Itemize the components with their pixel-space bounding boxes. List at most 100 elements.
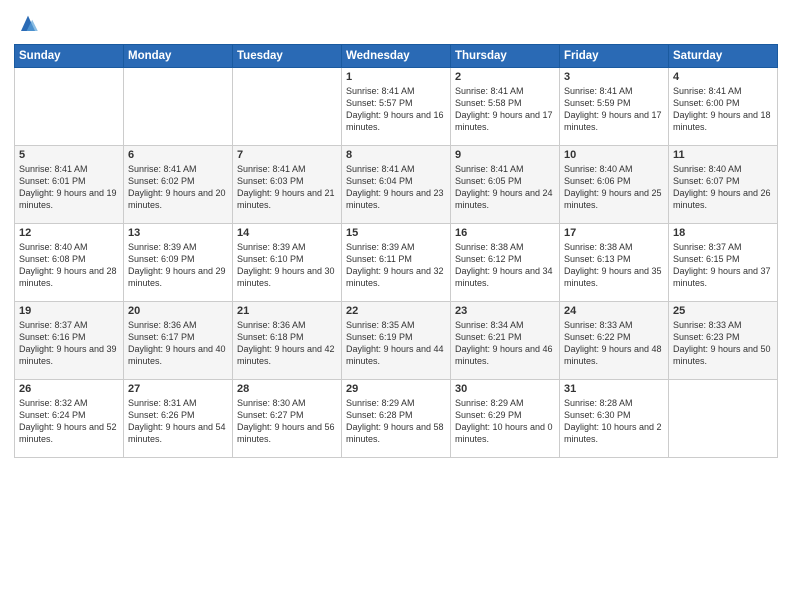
cell-sun-info: Sunrise: 8:31 AM Sunset: 6:26 PM Dayligh…: [128, 397, 228, 446]
calendar-cell: 3 Sunrise: 8:41 AM Sunset: 5:59 PM Daylig…: [560, 68, 669, 146]
day-header-tuesday: Tuesday: [233, 45, 342, 68]
cell-sun-info: Sunrise: 8:41 AM Sunset: 6:01 PM Dayligh…: [19, 163, 119, 212]
cell-sun-info: Sunrise: 8:40 AM Sunset: 6:07 PM Dayligh…: [673, 163, 773, 212]
day-number: 27: [128, 383, 228, 395]
day-number: 24: [564, 305, 664, 317]
day-number: 9: [455, 149, 555, 161]
cell-sun-info: Sunrise: 8:37 AM Sunset: 6:15 PM Dayligh…: [673, 241, 773, 290]
calendar-cell: 25 Sunrise: 8:33 AM Sunset: 6:23 PM Dayli…: [669, 302, 778, 380]
day-number: 16: [455, 227, 555, 239]
header: [14, 10, 778, 38]
cell-sun-info: Sunrise: 8:41 AM Sunset: 6:03 PM Dayligh…: [237, 163, 337, 212]
cell-sun-info: Sunrise: 8:41 AM Sunset: 5:57 PM Dayligh…: [346, 85, 446, 134]
calendar-cell: 21 Sunrise: 8:36 AM Sunset: 6:18 PM Dayli…: [233, 302, 342, 380]
calendar-cell: [15, 68, 124, 146]
day-header-thursday: Thursday: [451, 45, 560, 68]
cell-sun-info: Sunrise: 8:29 AM Sunset: 6:28 PM Dayligh…: [346, 397, 446, 446]
calendar-cell: 10 Sunrise: 8:40 AM Sunset: 6:06 PM Dayli…: [560, 146, 669, 224]
cell-sun-info: Sunrise: 8:33 AM Sunset: 6:22 PM Dayligh…: [564, 319, 664, 368]
calendar-cell: 4Sunrise: 8:41 AM Sunset: 6:00 PM Daylig…: [669, 68, 778, 146]
calendar-cell: 14Sunrise: 8:39 AM Sunset: 6:10 PM Dayli…: [233, 224, 342, 302]
day-number: 30: [455, 383, 555, 395]
cell-sun-info: Sunrise: 8:41 AM Sunset: 6:05 PM Dayligh…: [455, 163, 555, 212]
calendar-cell: [124, 68, 233, 146]
cell-sun-info: Sunrise: 8:30 AM Sunset: 6:27 PM Dayligh…: [237, 397, 337, 446]
cell-sun-info: Sunrise: 8:38 AM Sunset: 6:13 PM Dayligh…: [564, 241, 664, 290]
calendar-cell: 7 Sunrise: 8:41 AM Sunset: 6:03 PM Daylig…: [233, 146, 342, 224]
day-number: 22: [346, 305, 446, 317]
cell-sun-info: Sunrise: 8:39 AM Sunset: 6:11 PM Dayligh…: [346, 241, 446, 290]
calendar-cell: 16 Sunrise: 8:38 AM Sunset: 6:12 PM Dayli…: [451, 224, 560, 302]
calendar-cell: 8 Sunrise: 8:41 AM Sunset: 6:04 PM Daylig…: [342, 146, 451, 224]
week-row-2: 5Sunrise: 8:41 AM Sunset: 6:01 PM Daylig…: [15, 146, 778, 224]
logo: [14, 10, 46, 38]
week-row-1: 1 Sunrise: 8:41 AM Sunset: 5:57 PM Daylig…: [15, 68, 778, 146]
day-number: 15: [346, 227, 446, 239]
page-container: SundayMondayTuesdayWednesdayThursdayFrid…: [0, 0, 792, 612]
cell-sun-info: Sunrise: 8:41 AM Sunset: 6:04 PM Dayligh…: [346, 163, 446, 212]
day-number: 13: [128, 227, 228, 239]
calendar-cell: 17 Sunrise: 8:38 AM Sunset: 6:13 PM Dayli…: [560, 224, 669, 302]
calendar-cell: 20 Sunrise: 8:36 AM Sunset: 6:17 PM Dayli…: [124, 302, 233, 380]
calendar-cell: [669, 380, 778, 458]
calendar-cell: 18 Sunrise: 8:37 AM Sunset: 6:15 PM Dayli…: [669, 224, 778, 302]
day-header-monday: Monday: [124, 45, 233, 68]
week-row-3: 12 Sunrise: 8:40 AM Sunset: 6:08 PM Dayli…: [15, 224, 778, 302]
cell-sun-info: Sunrise: 8:37 AM Sunset: 6:16 PM Dayligh…: [19, 319, 119, 368]
day-number: 1: [346, 71, 446, 83]
calendar-cell: 31 Sunrise: 8:28 AM Sunset: 6:30 PM Dayli…: [560, 380, 669, 458]
day-number: 20: [128, 305, 228, 317]
day-number: 7: [237, 149, 337, 161]
day-number: 8: [346, 149, 446, 161]
calendar-cell: 22 Sunrise: 8:35 AM Sunset: 6:19 PM Dayli…: [342, 302, 451, 380]
calendar-cell: 1 Sunrise: 8:41 AM Sunset: 5:57 PM Daylig…: [342, 68, 451, 146]
calendar-cell: 28 Sunrise: 8:30 AM Sunset: 6:27 PM Dayli…: [233, 380, 342, 458]
day-number: 23: [455, 305, 555, 317]
day-number: 10: [564, 149, 664, 161]
calendar-cell: 5Sunrise: 8:41 AM Sunset: 6:01 PM Daylig…: [15, 146, 124, 224]
cell-sun-info: Sunrise: 8:32 AM Sunset: 6:24 PM Dayligh…: [19, 397, 119, 446]
cell-sun-info: Sunrise: 8:36 AM Sunset: 6:17 PM Dayligh…: [128, 319, 228, 368]
calendar-cell: 26 Sunrise: 8:32 AM Sunset: 6:24 PM Dayli…: [15, 380, 124, 458]
cell-sun-info: Sunrise: 8:40 AM Sunset: 6:06 PM Dayligh…: [564, 163, 664, 212]
cell-sun-info: Sunrise: 8:28 AM Sunset: 6:30 PM Dayligh…: [564, 397, 664, 446]
day-number: 2: [455, 71, 555, 83]
cell-sun-info: Sunrise: 8:33 AM Sunset: 6:23 PM Dayligh…: [673, 319, 773, 368]
cell-sun-info: Sunrise: 8:41 AM Sunset: 5:58 PM Dayligh…: [455, 85, 555, 134]
calendar-cell: 11Sunrise: 8:40 AM Sunset: 6:07 PM Dayli…: [669, 146, 778, 224]
day-header-friday: Friday: [560, 45, 669, 68]
cell-sun-info: Sunrise: 8:38 AM Sunset: 6:12 PM Dayligh…: [455, 241, 555, 290]
day-number: 26: [19, 383, 119, 395]
calendar-cell: 9 Sunrise: 8:41 AM Sunset: 6:05 PM Daylig…: [451, 146, 560, 224]
cell-sun-info: Sunrise: 8:41 AM Sunset: 5:59 PM Dayligh…: [564, 85, 664, 134]
day-number: 3: [564, 71, 664, 83]
calendar-table: SundayMondayTuesdayWednesdayThursdayFrid…: [14, 44, 778, 458]
cell-sun-info: Sunrise: 8:39 AM Sunset: 6:09 PM Dayligh…: [128, 241, 228, 290]
day-number: 31: [564, 383, 664, 395]
day-number: 6: [128, 149, 228, 161]
day-number: 12: [19, 227, 119, 239]
day-number: 28: [237, 383, 337, 395]
day-number: 29: [346, 383, 446, 395]
cell-sun-info: Sunrise: 8:34 AM Sunset: 6:21 PM Dayligh…: [455, 319, 555, 368]
cell-sun-info: Sunrise: 8:35 AM Sunset: 6:19 PM Dayligh…: [346, 319, 446, 368]
days-header-row: SundayMondayTuesdayWednesdayThursdayFrid…: [15, 45, 778, 68]
day-number: 19: [19, 305, 119, 317]
cell-sun-info: Sunrise: 8:36 AM Sunset: 6:18 PM Dayligh…: [237, 319, 337, 368]
day-header-sunday: Sunday: [15, 45, 124, 68]
calendar-cell: 2 Sunrise: 8:41 AM Sunset: 5:58 PM Daylig…: [451, 68, 560, 146]
day-number: 18: [673, 227, 773, 239]
calendar-cell: 15 Sunrise: 8:39 AM Sunset: 6:11 PM Dayli…: [342, 224, 451, 302]
day-number: 14: [237, 227, 337, 239]
cell-sun-info: Sunrise: 8:41 AM Sunset: 6:00 PM Dayligh…: [673, 85, 773, 134]
calendar-cell: 13 Sunrise: 8:39 AM Sunset: 6:09 PM Dayli…: [124, 224, 233, 302]
logo-icon: [14, 10, 42, 38]
day-number: 17: [564, 227, 664, 239]
week-row-5: 26 Sunrise: 8:32 AM Sunset: 6:24 PM Dayli…: [15, 380, 778, 458]
calendar-cell: 23 Sunrise: 8:34 AM Sunset: 6:21 PM Dayli…: [451, 302, 560, 380]
cell-sun-info: Sunrise: 8:40 AM Sunset: 6:08 PM Dayligh…: [19, 241, 119, 290]
cell-sun-info: Sunrise: 8:41 AM Sunset: 6:02 PM Dayligh…: [128, 163, 228, 212]
day-header-saturday: Saturday: [669, 45, 778, 68]
day-number: 21: [237, 305, 337, 317]
day-number: 25: [673, 305, 773, 317]
